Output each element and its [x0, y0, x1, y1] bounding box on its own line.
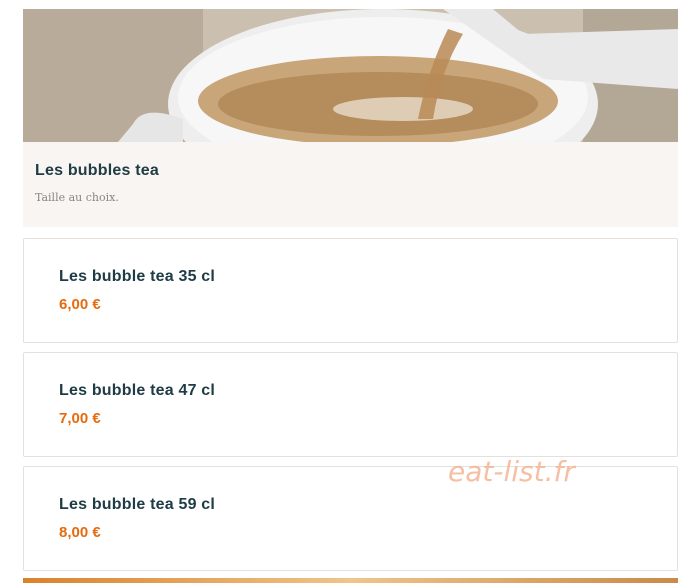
category-header: Les bubbles tea Taille au choix.	[23, 142, 678, 227]
menu-item-price: 6,00 €	[59, 296, 101, 313]
tea-cup-image	[23, 9, 678, 142]
category-hero-image	[23, 9, 678, 142]
watermark: eat-list.fr	[448, 455, 575, 488]
menu-item-name: Les bubble tea 35 cl	[59, 268, 216, 285]
next-category-image-edge	[23, 578, 678, 583]
menu-item-price: 8,00 €	[59, 524, 101, 541]
menu-item[interactable]: Les bubble tea 59 cl 8,00 €	[23, 466, 678, 571]
menu-item-price: 7,00 €	[59, 410, 101, 427]
category-title: Les bubbles tea	[35, 162, 159, 179]
category-description: Taille au choix.	[35, 191, 119, 204]
menu-item-name: Les bubble tea 59 cl	[59, 496, 216, 513]
menu-item-name: Les bubble tea 47 cl	[59, 382, 216, 399]
menu-item[interactable]: Les bubble tea 35 cl 6,00 €	[23, 238, 678, 343]
menu-item[interactable]: Les bubble tea 47 cl 7,00 €	[23, 352, 678, 457]
